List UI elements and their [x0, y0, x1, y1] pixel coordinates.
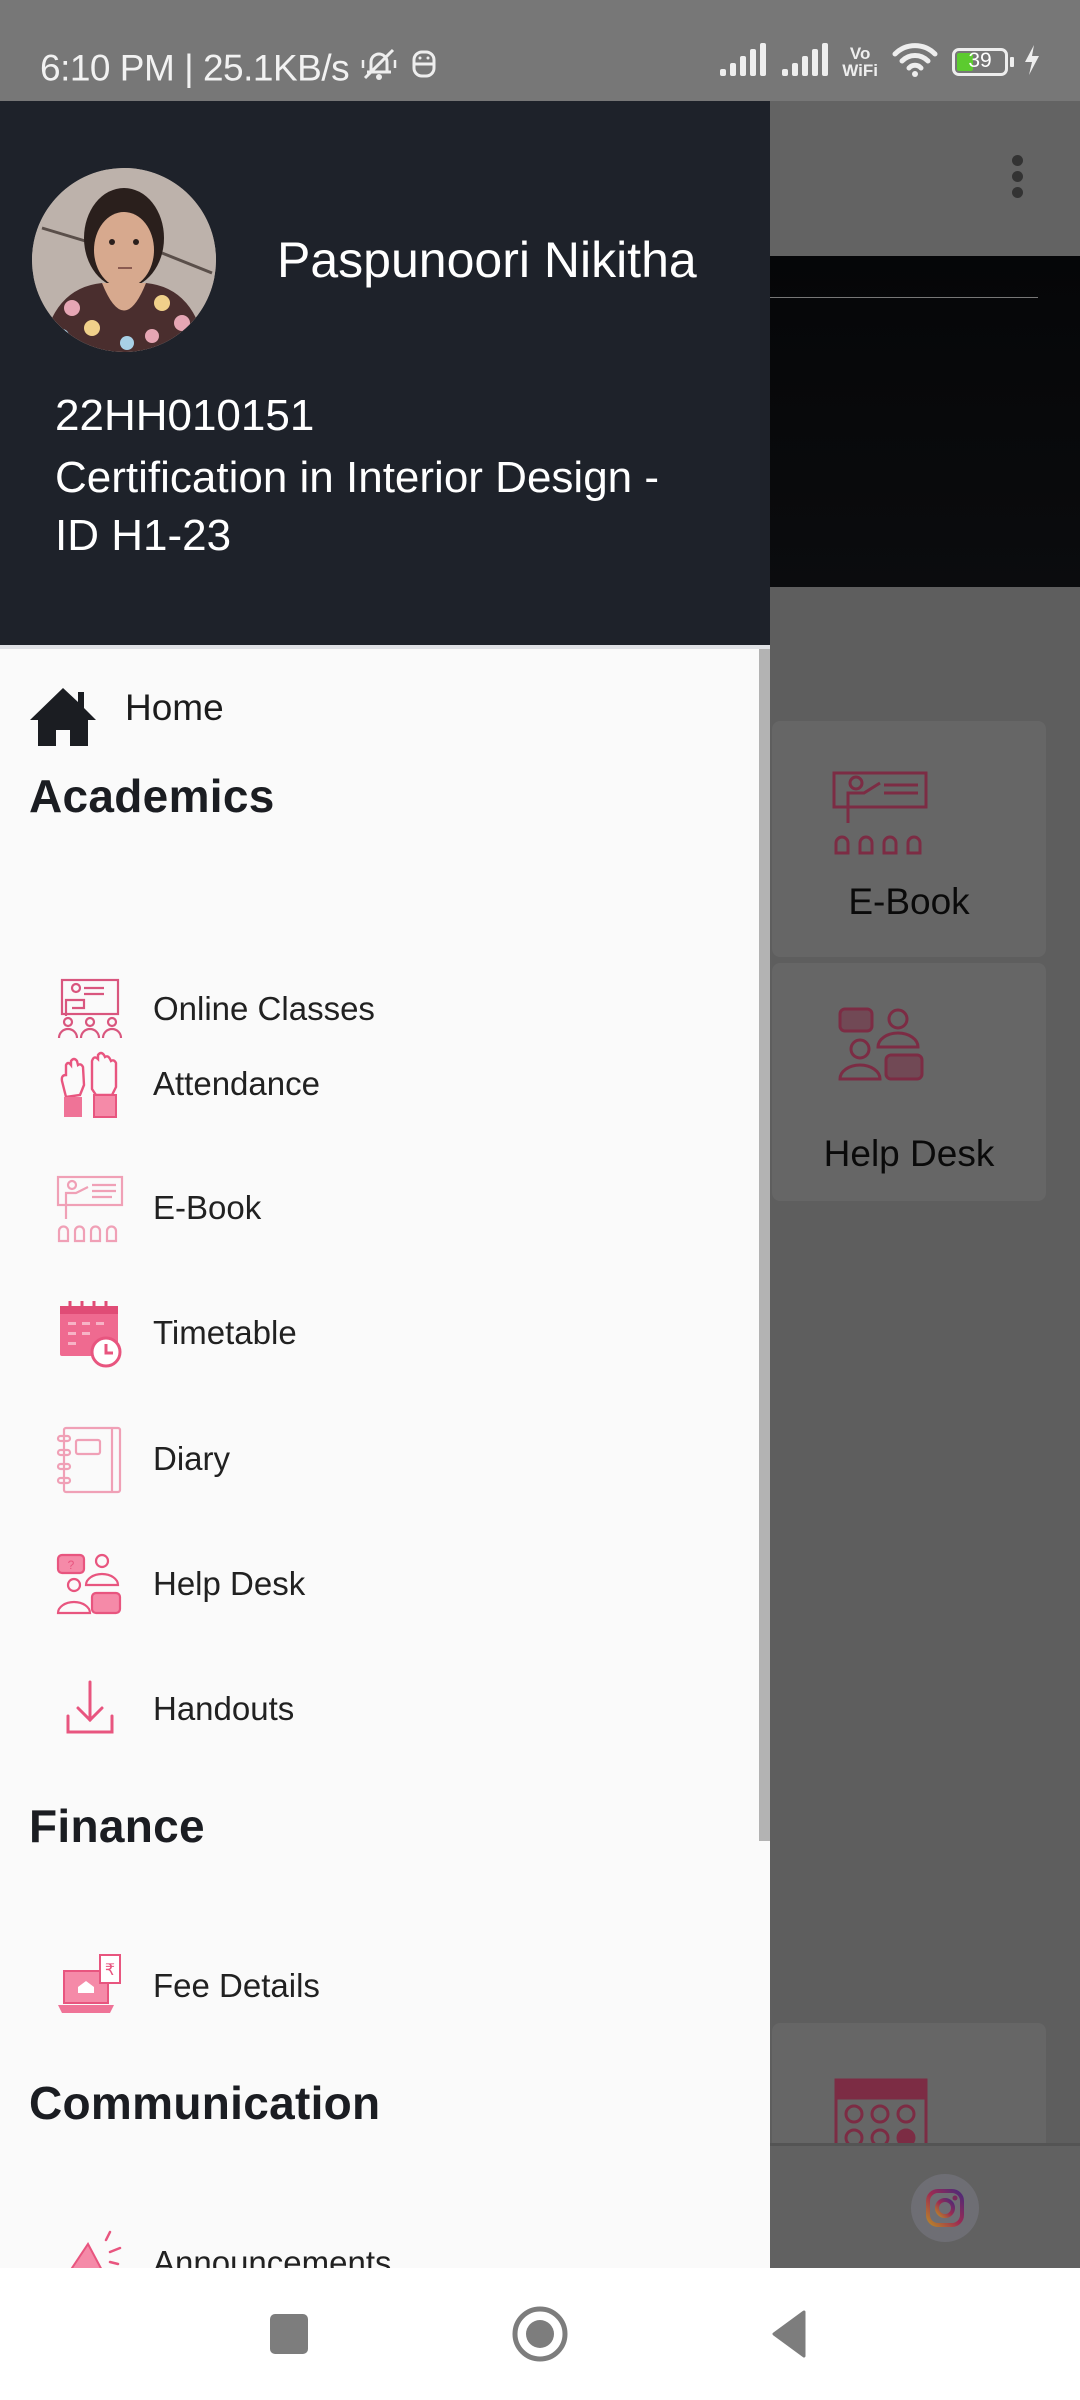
battery-icon: 39 [952, 48, 1014, 76]
background-card-partial[interactable] [772, 2023, 1046, 2143]
svg-text:₹: ₹ [105, 1960, 115, 1979]
instagram-button[interactable] [911, 2174, 979, 2242]
network-speed: 25.1KB/s [202, 47, 350, 89]
megaphone-icon [70, 2230, 122, 2268]
drawer-header: Paspunoori Nikitha 22HH010151 Certificat… [0, 101, 770, 649]
app-notification-icon [409, 46, 439, 91]
presentation-icon [56, 1175, 124, 1243]
svg-text:?: ? [68, 1558, 75, 1572]
signal-icon [718, 42, 767, 82]
drawer-scrollbar[interactable] [759, 649, 770, 1841]
menu-item-attendance[interactable]: Attendance [0, 1035, 740, 1135]
wifi-icon [892, 41, 938, 84]
menu-item-home[interactable]: Home [0, 674, 740, 750]
bell-off-icon [359, 44, 399, 93]
clock: 6:10 PM [40, 47, 175, 89]
status-bar: 6:10 PM | 25.1KB/s Vo WiFi 39 [0, 0, 1080, 101]
vowifi-bottom: WiFi [842, 61, 878, 80]
menu-item-ebook[interactable]: E-Book [0, 1159, 740, 1259]
section-title-communication: Communication [29, 2077, 381, 2129]
vowifi-icon: Vo WiFi [842, 45, 878, 79]
status-right: Vo WiFi 39 [718, 40, 1042, 84]
home-circle-icon [512, 2306, 568, 2362]
menu-item-diary[interactable]: Diary [0, 1410, 740, 1510]
notebook-icon [56, 1426, 122, 1494]
section-title-academics: Academics [29, 770, 275, 822]
background-card-helpdesk[interactable]: Help Desk [772, 963, 1046, 1201]
navigation-drawer: Paspunoori Nikitha 22HH010151 Certificat… [0, 101, 770, 2268]
menu-item-timetable[interactable]: Timetable [0, 1284, 740, 1384]
battery-level: 39 [968, 49, 992, 72]
user-id: 22HH010151 [55, 391, 315, 440]
recents-button[interactable] [256, 2302, 320, 2366]
download-icon [66, 1680, 114, 1734]
menu-item-label: Online Classes [153, 990, 375, 1027]
status-separator: | [184, 47, 194, 89]
banner-divider [770, 297, 1038, 298]
back-triangle-icon [772, 2310, 806, 2358]
instagram-icon [926, 2189, 964, 2227]
background-card-ebook[interactable]: E-Book [772, 721, 1046, 957]
menu-item-label: Timetable [153, 1314, 297, 1351]
fee-laptop-icon: ₹ [58, 1954, 121, 2013]
recents-icon [270, 2314, 308, 2354]
user-course: Certification in Interior Design - ID H1… [55, 453, 660, 560]
profile-photo [32, 168, 216, 352]
menu-item-announcements[interactable]: Announcements [0, 2214, 740, 2268]
raised-hands-icon [60, 1051, 118, 1118]
vowifi-top: Vo [849, 44, 871, 63]
online-classes-icon [57, 978, 123, 1039]
card-label: Help Desk [823, 1133, 995, 1174]
menu-item-help-desk[interactable]: ? Help Desk [0, 1535, 740, 1635]
kebab-menu-icon[interactable] [1009, 155, 1025, 205]
help-desk-icon [838, 1007, 924, 1081]
avatar[interactable] [32, 168, 216, 352]
home-icon [30, 688, 96, 746]
calendar-clock-icon [60, 1301, 122, 1368]
calendar-icon [834, 2078, 928, 2143]
system-navigation-bar [0, 2268, 1080, 2400]
menu-item-label: Home [125, 687, 224, 728]
back-button[interactable] [758, 2302, 822, 2366]
menu-item-fee-details[interactable]: ₹ Fee Details [0, 1937, 740, 2037]
background-banner [770, 256, 1080, 587]
menu-item-handouts[interactable]: Handouts [0, 1660, 740, 1760]
presentation-icon [832, 771, 928, 855]
background-app-bar [770, 101, 1080, 256]
home-nav-button[interactable] [508, 2302, 572, 2366]
card-label: E-Book [848, 881, 970, 922]
menu-item-label: Fee Details [153, 1967, 320, 2004]
menu-item-label: Help Desk [153, 1565, 306, 1602]
help-desk-icon: ? [56, 1553, 122, 1615]
charging-icon [1022, 43, 1042, 82]
signal-icon [780, 42, 829, 82]
section-title-finance: Finance [29, 1800, 205, 1852]
menu-item-label: Handouts [153, 1690, 295, 1727]
menu-item-label: Announcements [153, 2244, 392, 2268]
user-name: Paspunoori Nikitha [277, 232, 697, 288]
status-left: 6:10 PM | 25.1KB/s [40, 44, 439, 93]
menu-item-label: Attendance [153, 1065, 320, 1102]
menu-item-label: E-Book [153, 1189, 262, 1226]
menu-item-label: Diary [153, 1440, 231, 1477]
